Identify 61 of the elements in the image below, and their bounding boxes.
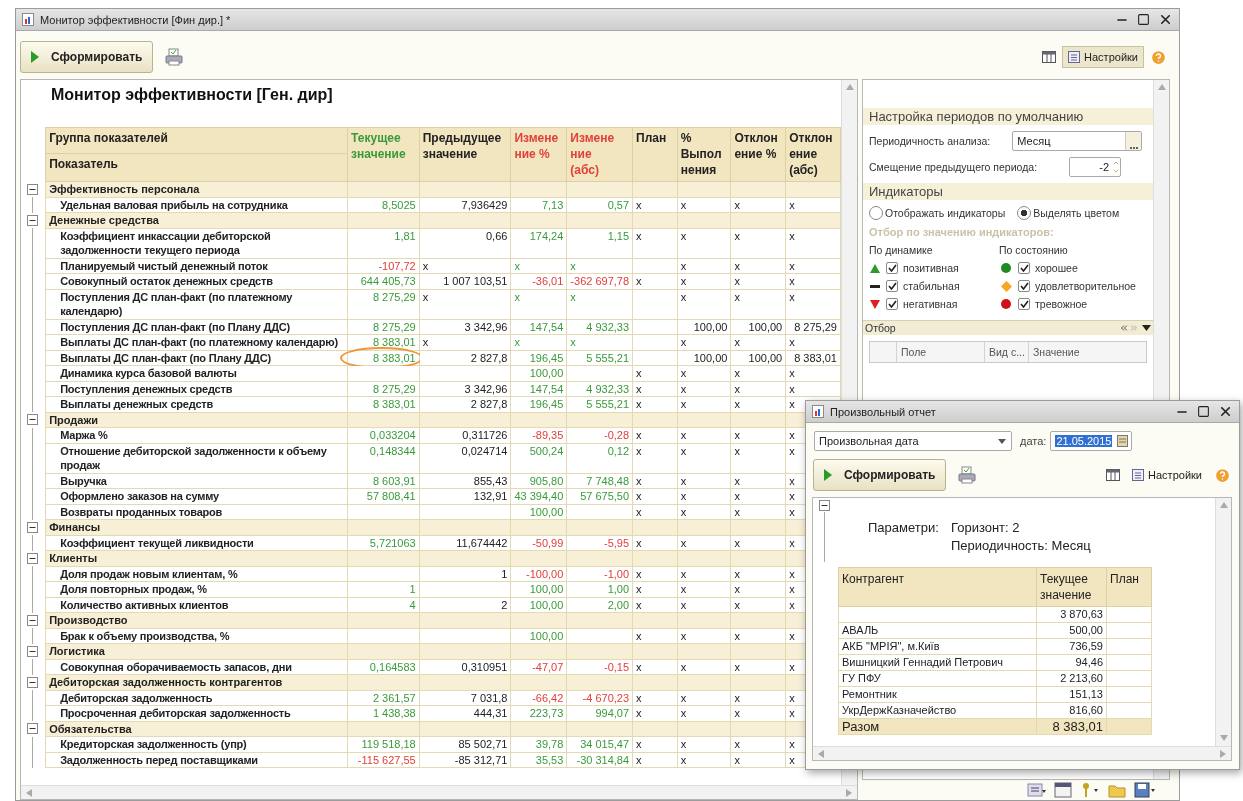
indicator-name: Поступления ДС план-факт (по платежному календарю) bbox=[45, 289, 348, 319]
table-cell: x bbox=[785, 289, 841, 319]
column-header: Контрагент bbox=[838, 567, 1037, 607]
column-header: Показатель bbox=[45, 153, 348, 182]
radio-label: Выделять цветом bbox=[1033, 207, 1120, 219]
column-header: План bbox=[1106, 567, 1152, 607]
table-cell: 1,81 bbox=[347, 228, 420, 258]
checkbox-label: хорошее bbox=[1035, 262, 1078, 274]
field-label: Периодичность анализа: bbox=[869, 135, 991, 147]
parameters-label: Параметри: bbox=[868, 520, 940, 537]
parameter-value: Периодичность: Месяц bbox=[951, 538, 1092, 553]
table-cell: 500,24 bbox=[510, 443, 567, 473]
table-cell: 0,66 bbox=[419, 228, 511, 258]
checkbox-label: позитивная bbox=[903, 262, 959, 274]
column-header: Измене ние (абс) bbox=[566, 127, 633, 182]
table-cell: 8 275,29 bbox=[347, 289, 420, 319]
table-cell: x bbox=[419, 289, 511, 319]
table-cell: 1,15 bbox=[566, 228, 633, 258]
table-cell: x bbox=[677, 228, 731, 258]
field-label: Смещение предыдущего периода: bbox=[869, 161, 1038, 173]
column-header: План bbox=[632, 127, 678, 182]
table-cell: 174,24 bbox=[510, 228, 567, 258]
column-header: Текущее значение bbox=[347, 127, 420, 182]
column-header: Значение bbox=[1028, 342, 1146, 362]
column-header: Вид с... bbox=[984, 342, 1028, 362]
column-header: Текущее значение bbox=[1036, 567, 1107, 607]
checkbox-label: тревожное bbox=[1035, 298, 1088, 310]
column-header: Группа показателей bbox=[45, 127, 348, 154]
table-cell: x bbox=[730, 228, 786, 258]
table-cell: 0,024714 bbox=[419, 443, 511, 473]
section-heading: Индикаторы bbox=[863, 183, 1153, 200]
checkbox-label: негативная bbox=[903, 298, 958, 310]
report-title: Монитор эффективности [Ген. дир] bbox=[50, 85, 334, 105]
column-header: Отклон ение % bbox=[730, 127, 786, 182]
column-header: Поле bbox=[896, 342, 984, 362]
column-header: Предыдущее значение bbox=[419, 127, 511, 182]
table-cell: x bbox=[566, 289, 633, 319]
filter-caption: Отбор по значению индикаторов: bbox=[868, 226, 1055, 238]
table-cell: x bbox=[677, 289, 731, 319]
column-header: Измене ние % bbox=[510, 127, 567, 182]
table-cell: x bbox=[730, 443, 786, 473]
table-cell: x bbox=[730, 289, 786, 319]
table-cell: x bbox=[510, 289, 567, 319]
filter-title: Отбор bbox=[865, 322, 896, 334]
checkbox-label: удовлетворительное bbox=[1035, 280, 1136, 292]
field-label: дата: bbox=[1020, 435, 1047, 447]
parameter-value: Горизонт: 2 bbox=[951, 520, 1021, 535]
column-title: По динамике bbox=[869, 244, 934, 256]
column-header: Отклон ение (абс) bbox=[785, 127, 841, 182]
table-cell: x bbox=[785, 228, 841, 258]
indicator-name: Коэффициент инкассации дебиторской задолженности текущего периода bbox=[45, 228, 348, 258]
checkbox-label: стабильная bbox=[903, 280, 960, 292]
window-title: Монитор эффективности [Фин дир.] * bbox=[40, 13, 231, 26]
table-cell: 0,148344 bbox=[347, 443, 420, 473]
indicator-name: Отношение дебиторской задолженности к объему продаж bbox=[45, 443, 348, 473]
table-cell: 0,12 bbox=[566, 443, 633, 473]
section-heading: Настройка периодов по умолчанию bbox=[863, 108, 1153, 125]
radio-label: Отображать индикаторы bbox=[885, 207, 1006, 219]
column-title: По состоянию bbox=[999, 244, 1069, 256]
column-header: % Выпол нения bbox=[677, 127, 731, 182]
table-cell: x bbox=[677, 443, 731, 473]
